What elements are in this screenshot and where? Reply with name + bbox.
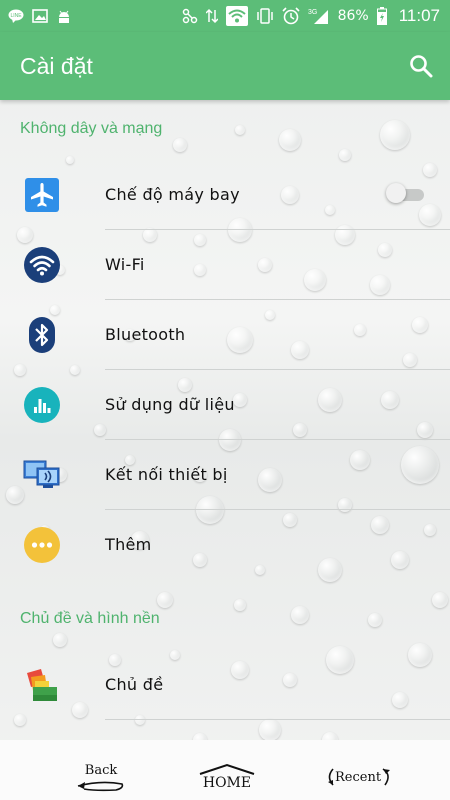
vibrate-icon — [256, 8, 274, 24]
recent-group: Recent — [325, 767, 393, 787]
signal-icon: 3G — [308, 7, 330, 25]
setting-label: Bluetooth — [105, 325, 186, 344]
svg-text:3G: 3G — [308, 9, 317, 16]
recent-left-arrow-icon — [328, 768, 334, 786]
wifi-icon — [225, 6, 248, 26]
data-arrows-icon — [205, 8, 218, 24]
setting-label: Sử dụng dữ liệu — [105, 395, 235, 414]
alarm-icon — [282, 7, 300, 25]
setting-themes[interactable]: Chủ đề — [0, 650, 450, 720]
status-left: LINE — [8, 9, 72, 23]
status-right: 3G 86% 11:07 — [182, 6, 440, 26]
section-header-wireless: Không dây và mạng — [20, 120, 163, 137]
setting-label: Chủ đề — [105, 675, 164, 694]
app-bar: Cài đặt — [0, 32, 450, 100]
settings-list: Không dây và mạng Chế độ máy bay Wi-Fi B… — [0, 100, 450, 740]
setting-airplane-mode[interactable]: Chế độ máy bay — [0, 160, 450, 230]
setting-data-usage[interactable]: Sử dụng dữ liệu — [0, 370, 450, 440]
bottom-navigation: Back HOME Recent — [0, 740, 450, 800]
setting-bluetooth[interactable]: Bluetooth — [0, 300, 450, 370]
image-icon — [32, 9, 48, 23]
setting-more[interactable]: Thêm — [0, 510, 450, 580]
divider — [105, 719, 450, 720]
device-connection-icon — [23, 456, 61, 494]
more-icon — [23, 526, 61, 564]
wifi-icon — [23, 246, 61, 284]
battery-percent: 86% — [337, 8, 369, 24]
setting-label: Kết nối thiết bị — [105, 465, 228, 484]
bluetooth-icon — [23, 316, 61, 354]
toggle-thumb — [386, 183, 406, 203]
back-label: Back — [84, 762, 118, 778]
page-title: Cài đặt — [20, 52, 93, 79]
setting-label: Chế độ máy bay — [105, 185, 240, 204]
battery-icon — [376, 7, 387, 25]
setting-device-connection[interactable]: Kết nối thiết bị — [0, 440, 450, 510]
sync-icon — [182, 8, 198, 24]
setting-label: Wi-Fi — [105, 255, 145, 274]
recent-label: Recent — [335, 769, 382, 785]
airplane-mode-toggle[interactable] — [386, 183, 426, 203]
home-label: HOME — [202, 775, 252, 791]
back-button[interactable]: Back — [76, 762, 126, 792]
data-usage-icon — [23, 386, 61, 424]
home-button[interactable]: HOME — [198, 762, 256, 792]
airplane-icon — [23, 176, 61, 214]
home-roof-icon — [199, 763, 255, 775]
recent-right-arrow-icon — [382, 768, 391, 786]
status-bar: LINE 3G 86% 11:07 — [0, 0, 450, 32]
setting-label: Thêm — [105, 535, 152, 554]
svg-text:LINE: LINE — [10, 13, 22, 19]
line-icon: LINE — [8, 9, 24, 23]
themes-icon — [23, 666, 61, 704]
clock: 11:07 — [398, 6, 440, 25]
search-icon[interactable] — [406, 51, 436, 81]
recent-button[interactable]: Recent — [325, 762, 393, 792]
setting-wifi[interactable]: Wi-Fi — [0, 230, 450, 300]
android-icon — [56, 9, 72, 23]
back-arrow-icon — [77, 781, 124, 791]
section-header-themes: Chủ đề và hình nền — [20, 610, 160, 627]
